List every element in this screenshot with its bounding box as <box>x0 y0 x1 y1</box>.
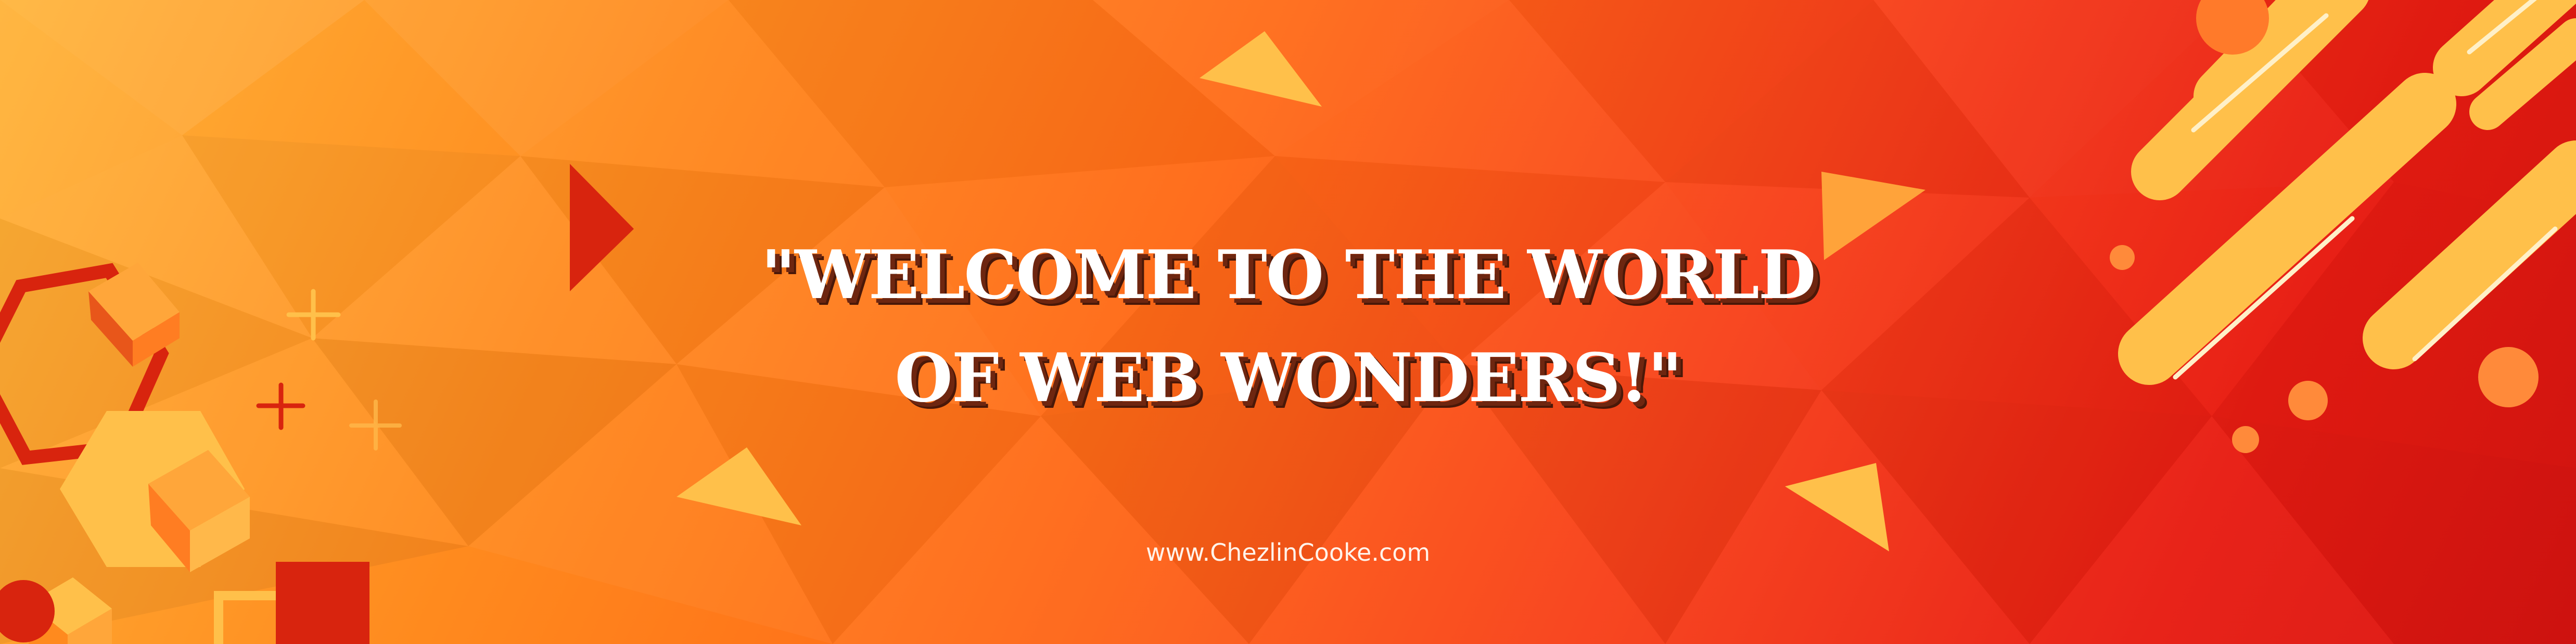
circle-shape-2 <box>2110 245 2135 270</box>
headline-line-1: "WELCOME TO THE WORLD <box>761 236 1816 314</box>
triangle-shape-left-bottom <box>677 447 801 525</box>
circle-shape-5 <box>2478 347 2539 407</box>
page-title: "WELCOME TO THE WORLD OF WEB WONDERS!" <box>755 224 1821 430</box>
headline-line-2: OF WEB WONDERS!" <box>895 339 1682 417</box>
plus-shape-1 <box>286 289 341 341</box>
plus-shape-2 <box>256 382 305 430</box>
triangle-shape-red-pointer <box>570 164 634 291</box>
plus-shape-3 <box>349 400 402 450</box>
triangle-shape-top-center <box>1200 31 1322 107</box>
square-shape-filled <box>276 562 369 644</box>
circle-shape-3 <box>2288 381 2328 420</box>
circle-shape-4 <box>2232 426 2259 453</box>
website-url: www.ChezlinCooke.com <box>1145 538 1431 566</box>
square-shape-outline <box>214 591 286 644</box>
banner: "WELCOME TO THE WORLD OF WEB WONDERS!" w… <box>0 0 2576 644</box>
triangle-shape-right-bottom <box>1785 463 1889 551</box>
triangle-shape-right-center <box>1821 172 1925 260</box>
pill-stripe-shapes <box>2118 0 2576 385</box>
